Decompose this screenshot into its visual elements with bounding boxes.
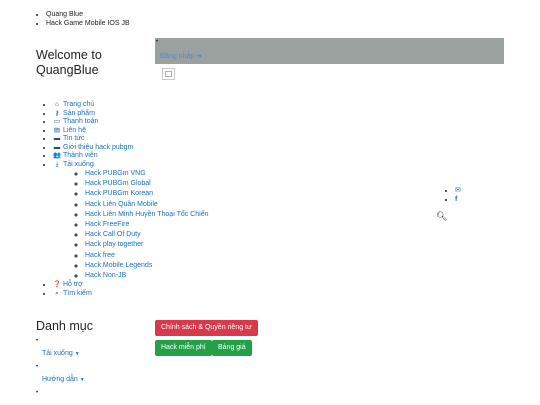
submenu-item[interactable]: Hack FreeFire	[85, 220, 256, 230]
social-item-email[interactable]: ✉	[455, 186, 461, 195]
nav-item-support[interactable]: ❓Hỗ trợ	[53, 281, 256, 290]
submenu-link[interactable]: Hack PUBGm Korean	[85, 190, 153, 197]
nav-label-payment: Thanh toán	[63, 118, 99, 125]
submenu-link[interactable]: Hack Mobile Legends	[85, 262, 152, 269]
welcome-line-1: Welcome to	[36, 48, 102, 62]
broken-image	[162, 68, 175, 80]
submenu-item[interactable]: Hack PUBGm Korean	[85, 189, 256, 199]
submenu-item[interactable]: Hack Call Of Duty	[85, 230, 256, 240]
home-icon: ⌂	[55, 101, 59, 108]
submenu-item[interactable]: Hack Non-JB	[85, 271, 256, 281]
users-icon: 👥	[53, 152, 62, 159]
nav-item-payment[interactable]: ▭Thanh toán	[53, 118, 256, 127]
nav-item-members[interactable]: 👥Thành viên	[53, 152, 256, 161]
login-label: Đăng nhập	[160, 53, 195, 60]
submenu-link[interactable]: Hack Liên Minh Huyền Thoại Tốc Chiến	[85, 211, 208, 218]
list-bullet: •	[36, 390, 39, 396]
submenu-link[interactable]: Hack Call Of Duty	[85, 231, 141, 238]
question-icon: ❓	[53, 281, 62, 289]
caret-down-icon: ▼	[74, 351, 80, 357]
submenu-item[interactable]: Hack free	[85, 251, 256, 261]
welcome-heading: Welcome to QuangBlue	[36, 48, 102, 78]
nav-label-support: Hỗ trợ	[63, 281, 83, 289]
nav-label-home: Trang chủ	[63, 101, 95, 108]
submenu-item[interactable]: Hack PUBGm Global	[85, 179, 256, 189]
top-link-hack-game-mobile[interactable]: Hack Game Mobile IOS JB	[46, 19, 220, 28]
submenu-link[interactable]: Hack Liên Quân Mobile	[85, 201, 158, 208]
nav-label-products: Sản phẩm	[63, 109, 95, 117]
sign-in-icon: ➔	[196, 53, 203, 60]
top-links: Quang Blue Hack Game Mobile IOS JB	[20, 10, 220, 28]
category-download[interactable]: Tải xuống ▼	[42, 350, 80, 357]
envelope-icon[interactable]: ✉	[455, 187, 461, 194]
social-links: ✉ f	[447, 186, 461, 204]
submenu-item[interactable]: Hack Liên Quân Mobile	[85, 200, 256, 210]
login-bar: • Đăng nhập ➔	[155, 38, 504, 64]
credit-card-icon: ▭	[53, 118, 61, 125]
nav-label-news: Tin tức	[63, 135, 85, 142]
submenu-link[interactable]: Hack Non-JB	[85, 272, 126, 279]
caret-down-icon: ▼	[79, 377, 85, 383]
submenu-link[interactable]: Hack FreeFire	[85, 221, 129, 228]
nav-label-members: Thành viên	[63, 152, 98, 159]
nav-label-search: Tìm kiếm	[63, 289, 92, 297]
intro-icon: ▬	[53, 143, 61, 151]
submenu-item[interactable]: Hack play together	[85, 240, 256, 250]
nav-label-download: Tải xuống	[63, 160, 94, 168]
list-bullet: •	[36, 364, 39, 370]
free-hack-button[interactable]: Hack miễn phí	[155, 340, 212, 356]
facebook-icon[interactable]: f	[455, 196, 457, 203]
key-icon: ⚷	[54, 109, 60, 117]
download-icon: ⤓	[55, 160, 59, 168]
login-link[interactable]: Đăng nhập ➔	[160, 52, 202, 60]
download-submenu: Hack PUBGm VNG Hack PUBGm Global Hack PU…	[53, 169, 256, 281]
submenu-item[interactable]: Hack PUBGm VNG	[85, 169, 256, 179]
nav-item-contact[interactable]: ▤Liên hệ	[53, 127, 256, 136]
main-nav: ⌂ Trang chủ ⚷Sản phẩm ▭Thanh toán ▤Liên h…	[36, 101, 256, 298]
login-bar-bullet: •	[156, 39, 159, 45]
category-guide[interactable]: Hướng dẫn ▼	[42, 376, 85, 383]
search-icon[interactable]: 🔍︎	[436, 211, 447, 222]
nav-item-intro-hack-pubgm[interactable]: ▬Giới thiệu hack pubgm	[53, 144, 256, 153]
submenu-item[interactable]: Hack Mobile Legends	[85, 261, 256, 271]
submenu-item[interactable]: Hack Liên Minh Huyền Thoại Tốc Chiến	[85, 210, 256, 220]
top-link-quang-blue[interactable]: Quang Blue	[46, 10, 220, 19]
category-heading: Danh mục	[36, 319, 93, 333]
nav-item-download[interactable]: ⤓ Tải xuống Hack PUBGm VNG Hack PUBGm Glo…	[53, 161, 256, 282]
price-list-button[interactable]: Bảng giá	[212, 340, 252, 356]
category-download-label: Tải xuống	[42, 350, 73, 357]
welcome-line-2: QuangBlue	[36, 63, 99, 77]
list-bullet: •	[36, 338, 39, 344]
submenu-link[interactable]: Hack free	[85, 252, 115, 259]
nav-label-contact: Liên hệ	[63, 126, 86, 134]
category-guide-label: Hướng dẫn	[42, 376, 78, 383]
submenu-link[interactable]: Hack play together	[85, 241, 143, 248]
nav-item-home[interactable]: ⌂ Trang chủ	[53, 101, 256, 110]
search-icon: ⌕	[55, 289, 59, 297]
nav-item-products[interactable]: ⚷Sản phẩm	[53, 110, 256, 119]
address-card-icon: ▤	[53, 126, 61, 134]
submenu-link[interactable]: Hack PUBGm Global	[85, 180, 151, 187]
nav-item-news[interactable]: ▬Tin tức	[53, 135, 256, 144]
news-icon: ▬	[53, 135, 61, 142]
nav-item-search[interactable]: ⌕ Tìm kiếm	[53, 290, 256, 299]
social-item-facebook[interactable]: f	[455, 195, 461, 204]
privacy-policy-button[interactable]: Chính sách & Quyền riêng tư	[155, 320, 258, 336]
nav-label-intro: Giới thiệu hack pubgm	[63, 143, 134, 151]
submenu-link[interactable]: Hack PUBGm VNG	[85, 170, 146, 177]
